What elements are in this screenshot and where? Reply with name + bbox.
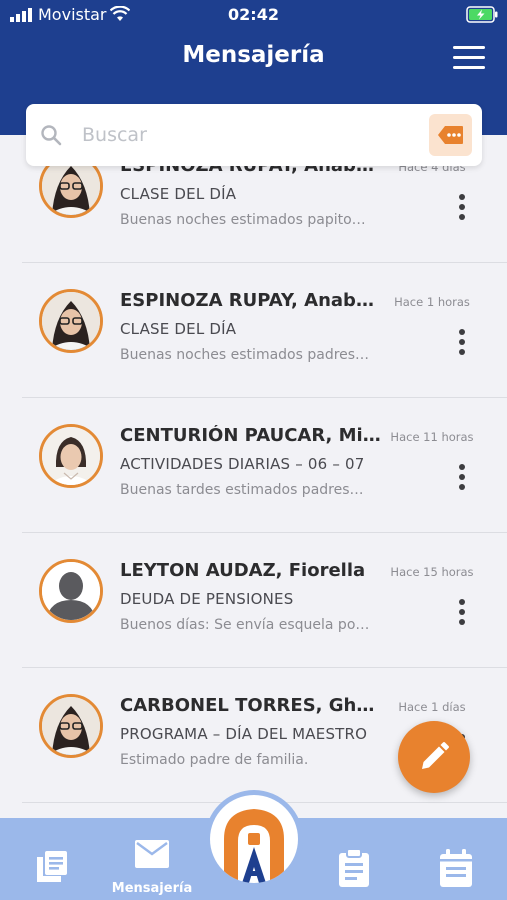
nav-documents[interactable]	[20, 818, 84, 900]
message-subject: CLASE DEL DÍA	[120, 185, 237, 203]
tag-icon	[438, 126, 463, 144]
hamburger-menu-button[interactable]	[451, 43, 487, 71]
avatar-photo	[42, 697, 100, 755]
avatar-photo	[42, 427, 100, 485]
tag-filter-button[interactable]	[429, 114, 472, 156]
message-preview: Estimado padre de familia.	[120, 752, 309, 768]
page-title: Mensajería	[182, 42, 325, 68]
avatar	[39, 289, 103, 353]
more-options-icon[interactable]	[454, 599, 470, 627]
school-logo	[210, 795, 298, 883]
message-preview: Buenos días: Se envía esquela po…	[120, 617, 370, 633]
avatar-photo	[42, 292, 100, 350]
sender-name: ESPINOZA RUPAY, Anabel…	[120, 290, 382, 311]
message-subject: DEUDA DE PENSIONES	[120, 590, 294, 608]
message-time: Hace 1 días	[398, 700, 466, 714]
home-logo-button[interactable]	[205, 790, 303, 888]
status-time: 02:42	[228, 5, 279, 24]
more-options-icon[interactable]	[454, 194, 470, 222]
message-preview: Buenas noches estimados padres…	[120, 347, 370, 363]
message-subject: PROGRAMA – DÍA DEL MAESTRO	[120, 725, 368, 743]
search-input[interactable]	[82, 116, 432, 154]
sender-name: CARBONEL TORRES, Ghan…	[120, 695, 382, 716]
default-user-icon	[42, 562, 100, 620]
message-preview: Buenas noches estimados papito…	[120, 212, 366, 228]
calendar-icon	[440, 849, 472, 887]
message-subject: ACTIVIDADES DIARIAS – 06 – 07	[120, 455, 365, 473]
message-time: Hace 15 horas	[390, 565, 474, 579]
nav-label-mensajeria: Mensajería	[111, 881, 193, 896]
documents-icon	[37, 851, 67, 882]
message-time: Hace 1 horas	[394, 295, 470, 309]
menu-line	[453, 66, 485, 69]
status-bar: Movistar 02:42	[0, 0, 507, 30]
more-options-icon[interactable]	[454, 464, 470, 492]
menu-line	[453, 56, 485, 59]
avatar	[39, 424, 103, 488]
sender-name: CENTURIÓN PAUCAR, Mic…	[120, 425, 382, 446]
battery-charging-icon	[466, 6, 498, 23]
clipboard-icon	[339, 849, 369, 887]
more-options-icon[interactable]	[454, 329, 470, 357]
nav-mensajeria[interactable]: Mensajería	[104, 818, 200, 900]
message-preview: Buenas tardes estimados padres…	[120, 482, 364, 498]
message-item[interactable]: CENTURIÓN PAUCAR, Mic… Hace 11 horas ACT…	[22, 398, 507, 533]
message-subject: CLASE DEL DÍA	[120, 320, 237, 338]
sender-name: LEYTON AUDAZ, Fiorella	[120, 560, 366, 581]
message-time: Hace 11 horas	[390, 430, 474, 444]
menu-line	[453, 46, 485, 49]
message-item[interactable]: ESPINOZA RUPAY, Anabel… Hace 1 horas CLA…	[22, 263, 507, 398]
message-item[interactable]: LEYTON AUDAZ, Fiorella Hace 15 horas DEU…	[22, 533, 507, 668]
nav-tasks[interactable]	[325, 818, 385, 900]
search-bar	[26, 104, 482, 166]
nav-calendar[interactable]	[425, 818, 489, 900]
compose-message-button[interactable]	[398, 721, 470, 793]
logo-icon	[224, 809, 284, 883]
pencil-icon	[422, 742, 449, 769]
avatar	[39, 559, 103, 623]
message-list: ESPINOZA RUPAY, Anabel… Hace 4 días CLAS…	[0, 128, 507, 818]
avatar	[39, 694, 103, 758]
search-icon	[41, 125, 62, 146]
mail-icon	[135, 840, 169, 868]
